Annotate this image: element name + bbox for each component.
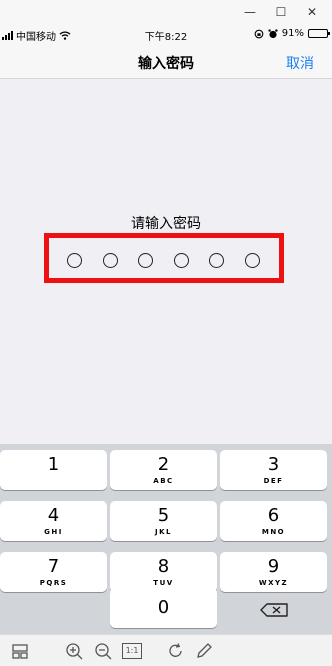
key-1[interactable]: 1 (0, 450, 107, 490)
cancel-button[interactable]: 取消 (286, 53, 314, 73)
passcode-highlight-box (44, 233, 284, 283)
key-letters: WXYZ (258, 579, 289, 587)
passcode-dot (173, 253, 189, 268)
window-titlebar: — ☐ ✕ (0, 0, 332, 24)
key-digit: 9 (267, 556, 280, 577)
key-digit: 5 (157, 505, 170, 526)
passcode-dot (67, 253, 82, 268)
key-8[interactable]: 8 TUV (110, 552, 217, 592)
close-button[interactable]: ✕ (302, 3, 322, 21)
key-5[interactable]: 5 JKL (110, 501, 217, 541)
actual-size-button[interactable]: 1:1 (122, 643, 142, 659)
key-0[interactable]: 0 (110, 588, 217, 628)
rotation-lock-icon (254, 29, 264, 38)
alarm-icon (268, 28, 278, 38)
key-letters: PQRS (39, 579, 68, 587)
key-7[interactable]: 7 PQRS (0, 552, 107, 592)
passcode-dots[interactable] (49, 238, 279, 278)
key-3[interactable]: 3 DEF (220, 450, 327, 490)
key-digit: 1 (47, 454, 60, 475)
battery-icon (308, 29, 330, 38)
passcode-prompt: 请输入密码 (131, 216, 201, 232)
passcode-dot (102, 253, 118, 268)
rotate-icon[interactable] (166, 641, 186, 661)
key-letters: JKL (155, 528, 172, 536)
navigation-bar: 输入密码 取消 (0, 46, 332, 79)
key-letters: MNO (261, 528, 286, 536)
passcode-dot (244, 253, 260, 268)
key-letters: DEF (263, 477, 284, 485)
maximize-button[interactable]: ☐ (271, 3, 291, 21)
zoom-in-icon[interactable] (64, 641, 84, 661)
key-letters: ABC (153, 477, 174, 485)
battery-percent: 91% (281, 28, 304, 39)
delete-key[interactable] (254, 598, 298, 622)
key-9[interactable]: 9 WXYZ (220, 552, 327, 592)
key-digit: 2 (157, 454, 170, 475)
key-digit: 4 (47, 505, 60, 526)
key-digit: 0 (157, 597, 170, 618)
status-bar: 中国移动 下午8:22 91% (0, 24, 332, 46)
key-digit: 3 (267, 454, 280, 475)
key-6[interactable]: 6 MNO (220, 501, 327, 541)
backspace-icon (260, 603, 288, 617)
bottom-toolbar: 1:1 (0, 634, 332, 666)
passcode-dot (138, 253, 153, 268)
key-digit: 6 (267, 505, 280, 526)
key-digit: 8 (157, 556, 170, 577)
key-4[interactable]: 4 GHI (0, 501, 107, 541)
minimize-button[interactable]: — (240, 3, 260, 21)
page-title: 输入密码 (138, 56, 194, 72)
passcode-dot (209, 253, 224, 268)
zoom-out-icon[interactable] (93, 641, 113, 661)
key-letters: GHI (44, 528, 63, 536)
layout-icon[interactable] (10, 641, 30, 661)
key-digit: 7 (47, 556, 60, 577)
key-2[interactable]: 2 ABC (110, 450, 217, 490)
pen-icon[interactable] (194, 641, 214, 661)
key-letters: TUV (153, 579, 174, 587)
